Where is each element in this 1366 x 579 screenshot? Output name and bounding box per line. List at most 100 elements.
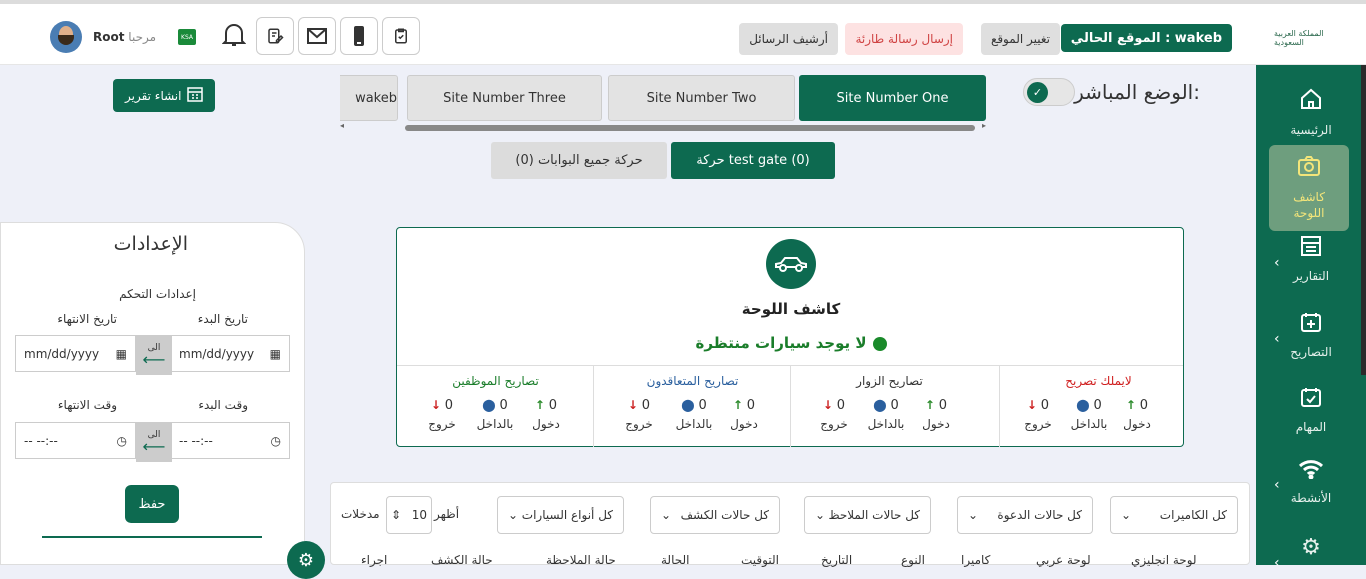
select-value: كل حالات الكشف (680, 508, 769, 522)
site-tabs: Site Number One Site Number Two Site Num… (340, 75, 986, 123)
arrow-up-icon: ↑ (924, 398, 935, 412)
sidebar-item-label: التصاريح (1290, 345, 1332, 359)
cameras-select[interactable]: ⌄ كل الكاميرات (1110, 496, 1238, 534)
notes-status-select[interactable]: ⌄ كل حالات الملاحظ (804, 496, 931, 534)
scroll-left-icon[interactable]: ◂ (340, 121, 344, 130)
tasks-icon (1300, 386, 1322, 414)
control-settings-label: إعدادات التحكم (119, 287, 196, 301)
stat-label: خروج (428, 417, 456, 431)
current-site-label: الموقع الحالي : wakeb (1060, 24, 1232, 52)
sidebar-item-settings[interactable]: ‹ ⚙ (1256, 535, 1366, 571)
arrow-down-icon: ↓ (627, 398, 638, 412)
stat-label: دخول (1123, 417, 1151, 431)
status-text: لا يوجد سيارات منتظرة (695, 334, 867, 352)
sidebar-item-reports[interactable]: ‹ التقارير (1256, 235, 1366, 283)
stat-label: دخول (730, 417, 758, 431)
page-size-select[interactable]: ⇕ 10 (386, 496, 432, 534)
car-types-select[interactable]: ⌄ كل أنواع السيارات (497, 496, 624, 534)
reports-icon (1300, 235, 1322, 263)
stat-inside: ⬤ 0 بالداخل (861, 398, 911, 431)
stat-column-employees: تصاريح الموظفين ↑ 0 دخول ⬤ 0 بالداخل ↓ 0 خر… (397, 365, 594, 447)
stat-label: دخول (532, 417, 560, 431)
select-value: كل أنواع السيارات (521, 508, 613, 522)
tabs-scrollbar[interactable]: ◂ ▸ (340, 121, 986, 133)
save-button[interactable]: حفظ (125, 485, 179, 523)
settings-title: الإعدادات (113, 233, 188, 255)
chevron-down-icon: ⌄ (1121, 508, 1132, 522)
chevron-left-icon: ‹ (1274, 555, 1280, 571)
sidebar-item-tasks[interactable]: المهام (1256, 386, 1366, 434)
avatar[interactable] (50, 21, 82, 53)
live-mode-toggle[interactable]: ✓ (1023, 78, 1075, 106)
stat-out: ↓ 0 خروج (417, 398, 467, 431)
select-value: كل حالات الملاحظ (828, 508, 920, 522)
gear-icon[interactable]: ⚙ (287, 541, 325, 579)
stat-value: 0 (836, 398, 846, 413)
send-emergency-button[interactable]: إرسال رسالة طارئة (845, 23, 963, 55)
start-time-input[interactable]: -- --:-- ◷ (170, 422, 290, 459)
gate-test-button[interactable]: حركة test gate (0) (671, 142, 835, 179)
tab-site-two[interactable]: Site Number Two (608, 75, 795, 121)
stat-label: خروج (820, 417, 848, 431)
status-dot (872, 336, 887, 351)
scrollbar-thumb[interactable] (405, 125, 975, 131)
end-date-label: تاريخ الانتهاء (57, 312, 117, 326)
end-date-input[interactable]: mm/dd/yyyy ▦ (15, 335, 136, 372)
stepper-icon: ⇕ (391, 508, 402, 522)
home-icon (1299, 87, 1323, 117)
sidebar-item-activities[interactable]: ‹ الأنشطة (1256, 459, 1366, 505)
arrow-down-icon: ↓ (1026, 398, 1037, 412)
create-report-button[interactable]: انشاء تقرير (113, 79, 216, 112)
bell-icon[interactable] (221, 22, 247, 53)
clipboard-icon[interactable] (382, 17, 420, 55)
detection-status-select[interactable]: ⌄ كل حالات الكشف (650, 496, 780, 534)
chevron-down-icon: ⌄ (968, 508, 979, 522)
stat-in: ↑ 0 دخول (521, 398, 571, 431)
stat-value: 0 (1040, 398, 1050, 413)
mail-icon[interactable] (298, 17, 336, 55)
start-date-input[interactable]: mm/dd/yyyy ▦ (170, 335, 290, 372)
stat-label: بالداخل (867, 417, 905, 431)
calendar-icon: ▦ (269, 346, 281, 361)
edit-note-icon[interactable] (256, 17, 294, 55)
stat-value: 0 (444, 398, 454, 413)
car-icon (766, 239, 816, 289)
change-site-button[interactable]: تغيير الموقع (980, 23, 1060, 55)
end-time-placeholder: -- --:-- (24, 433, 58, 448)
create-report-label: انشاء تقرير (125, 88, 182, 103)
invitation-status-select[interactable]: ⌄ كل حالات الدعوة (957, 496, 1093, 534)
mobile-icon[interactable] (340, 17, 378, 55)
tab-site-three[interactable]: Site Number Three (407, 75, 602, 121)
waiting-status: لا يوجد سيارات منتظرة (397, 334, 1185, 352)
scroll-right-icon[interactable]: ▸ (982, 121, 986, 130)
stat-column-visitors: تصاريح الزوار ↑ 0 دخول ⬤ 0 بالداخل ↓ 0 خروج (790, 365, 987, 447)
language-flag-icon[interactable]: KSA (178, 29, 196, 45)
location-icon: ⬤ (482, 398, 496, 412)
arrow-left-icon: ⟵ (142, 350, 166, 369)
username: Root (93, 30, 125, 44)
top-bar: المملكة العربية السعودية الموقع الحالي :… (0, 0, 1366, 65)
tab-wakeb[interactable]: wakeb (340, 75, 398, 121)
stat-value: 0 (890, 398, 899, 413)
wifi-icon (1298, 459, 1324, 485)
start-date-placeholder: mm/dd/yyyy (179, 346, 255, 361)
start-time-placeholder: -- --:-- (179, 433, 213, 448)
sidebar-item-permits[interactable]: ‹ التصاريح (1256, 311, 1366, 359)
gate-all-button[interactable]: حركة جميع البوابات (0) (491, 142, 667, 179)
entries-label: مدخلات (341, 507, 380, 521)
end-time-input[interactable]: -- --:-- ◷ (15, 422, 136, 459)
camera-icon (1297, 155, 1321, 183)
sidebar-scrollbar[interactable] (1361, 65, 1366, 375)
stat-label: بالداخل (675, 417, 713, 431)
sidebar-item-label: الأنشطة (1290, 491, 1332, 505)
sidebar-item-label: الرئيسية (1290, 123, 1332, 137)
sidebar-item-home[interactable]: الرئيسية (1256, 87, 1366, 137)
tab-site-one[interactable]: Site Number One (799, 75, 986, 121)
permits-icon (1300, 311, 1322, 339)
divider (42, 536, 262, 538)
archive-messages-button[interactable]: أرشيف الرسائل (739, 23, 838, 55)
calendar-icon: ▦ (115, 346, 127, 361)
sidebar-item-plate-detector[interactable]: كاشف اللوحة (1269, 145, 1349, 231)
stat-label: بالداخل (1070, 417, 1108, 431)
stat-column-contractors: تصاريح المتعاقدون ↑ 0 دخول ⬤ 0 بالداخل ↓ 0… (593, 365, 790, 447)
